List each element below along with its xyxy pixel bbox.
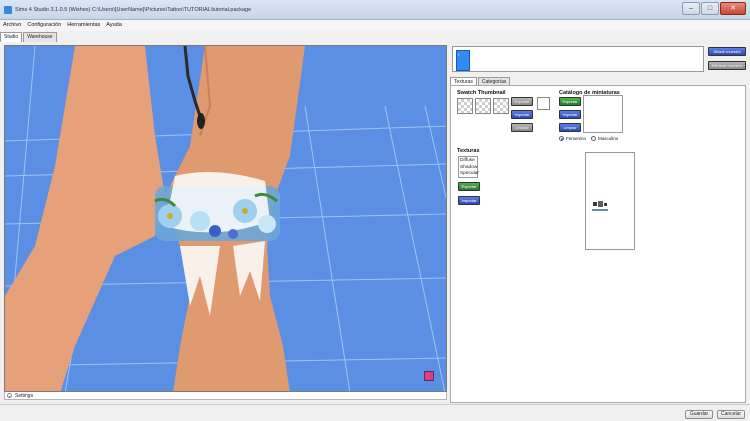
swatch-thumbnail-title: Swatch Thumbnail — [457, 90, 506, 96]
viewport-scene — [5, 46, 446, 391]
cancel-button[interactable]: Cancelar — [717, 410, 745, 419]
swatch-import-button[interactable]: Importar — [511, 110, 533, 119]
menu-ayuda[interactable]: Ayuda — [106, 20, 122, 31]
swatch-thumb-3 — [493, 98, 509, 114]
gender-male-option[interactable]: Masculino — [591, 136, 618, 141]
view-cube-icon[interactable] — [424, 371, 434, 381]
settings-label: Settings — [15, 393, 34, 399]
texture-export-button[interactable]: Exportar — [458, 182, 480, 191]
female-radio[interactable] — [559, 136, 564, 141]
swatch-export-button[interactable]: Exportar — [511, 97, 533, 106]
texture-preview-image — [592, 201, 608, 211]
texture-item-specular[interactable]: Specular — [460, 171, 479, 178]
right-pane: ▪ Añadir muestra Eliminar muestra Textur… — [450, 45, 748, 403]
tab-warehouse[interactable]: Warehouse — [23, 32, 57, 42]
3d-viewport[interactable] — [4, 45, 447, 392]
settings-bar[interactable]: ⌄ Settings — [4, 392, 447, 400]
catalog-export-button[interactable]: Exportar — [559, 97, 581, 106]
app-icon — [4, 6, 12, 14]
swatch-list[interactable]: ▪ — [452, 46, 704, 72]
menu-archivo[interactable]: Archivo — [3, 20, 21, 31]
tab-studio[interactable]: Studio — [0, 32, 23, 42]
save-button[interactable]: Guardar — [685, 410, 713, 419]
female-label: Femenino — [566, 136, 587, 141]
chevron-down-icon[interactable]: ⌄ — [7, 393, 12, 398]
catalog-import-button[interactable]: Importar — [559, 110, 581, 119]
strap — [183, 46, 202, 117]
texture-item-diffuse[interactable]: Diffuse — [460, 158, 476, 165]
texture-list[interactable]: Diffuse Shadow Specular — [458, 156, 479, 178]
minimize-button[interactable]: – — [682, 2, 700, 15]
item-thumbnail-icon: ▪ — [458, 52, 460, 57]
title-bar: Sims 4 Studio 3.1.0.5 (Wishes) C:\Users\… — [0, 0, 750, 20]
menu-bar: Archivo Configuración Herramientas Ayuda — [0, 20, 750, 31]
maximize-button[interactable]: □ — [701, 2, 719, 15]
swatch-thumb-2 — [475, 98, 491, 114]
add-swatch-button[interactable]: Añadir muestra — [708, 47, 746, 56]
swatch-thumb-1 — [457, 98, 473, 114]
swatch-color-box[interactable] — [537, 97, 550, 110]
close-button[interactable]: ✕ — [720, 2, 746, 15]
texture-import-button[interactable]: Importar — [458, 196, 480, 205]
texture-preview — [585, 152, 635, 250]
left-leg — [5, 46, 165, 391]
textures-panel: Swatch Thumbnail Exportar Importar Limpi… — [450, 85, 746, 403]
menu-herramientas[interactable]: Herramientas — [67, 20, 100, 31]
main-tabs: Studio Warehouse — [0, 32, 58, 42]
male-radio[interactable] — [591, 136, 596, 141]
swatch-clean-button[interactable]: Limpiar — [511, 123, 533, 132]
window-title: Sims 4 Studio 3.1.0.5 (Wishes) C:\Users\… — [15, 7, 252, 13]
male-label: Masculino — [598, 136, 619, 141]
menu-configuracion[interactable]: Configuración — [27, 20, 61, 31]
catalog-thumbnail-box — [583, 95, 623, 133]
catalog-clean-button[interactable]: Limpiar — [559, 123, 581, 132]
footer-bar: Guardar Cancelar — [0, 404, 750, 421]
swatch-list-item[interactable]: ▪ — [456, 50, 470, 71]
remove-swatch-button[interactable]: Eliminar muestra — [708, 61, 746, 70]
gender-female-option[interactable]: Femenino — [559, 136, 586, 141]
textures-title: Texturas — [457, 148, 480, 154]
window-controls: – □ ✕ — [682, 2, 746, 16]
